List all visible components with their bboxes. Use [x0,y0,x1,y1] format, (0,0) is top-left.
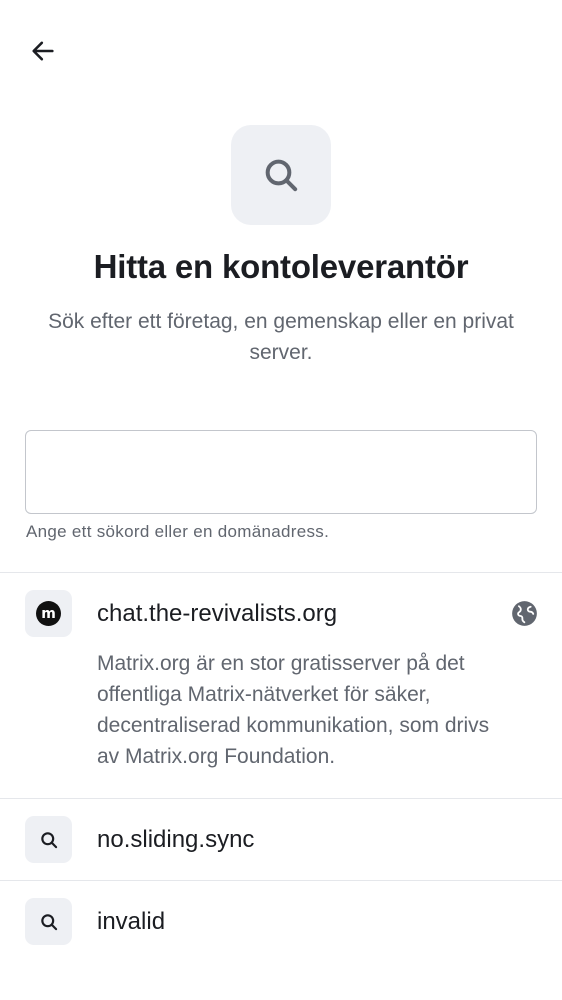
globe-icon [512,601,537,626]
search-icon [265,159,298,192]
back-button[interactable] [18,26,68,76]
server-search-input[interactable] [25,430,537,514]
result-icon-container [25,898,72,945]
result-description: Matrix.org är en stor gratisserver på de… [97,652,490,768]
result-item-no-sliding-sync[interactable]: no.sliding.sync [0,799,562,880]
result-item-chat-the-revivalists[interactable]: m chat.the-revivalists.org Matrix.org är… [0,573,562,798]
find-account-provider-screen: Hitta en kontoleverantör Sök efter ett f… [0,0,562,1000]
page-title: Hitta en kontoleverantör [93,248,469,285]
result-icon-container [25,816,72,863]
arrow-left-icon [32,41,54,61]
search-helper-text: Ange ett sökord eller en domänadress. [26,522,330,541]
result-name: chat.the-revivalists.org [97,600,338,627]
result-item-invalid[interactable]: invalid [0,881,562,962]
hero-search-icon-container [231,125,331,225]
matrix-logo-icon: m [36,601,61,626]
result-name: invalid [97,908,166,935]
search-icon [40,831,57,848]
page-subtitle: Sök efter ett företag, en gemenskap elle… [48,310,514,364]
result-name: no.sliding.sync [97,826,255,853]
search-icon [40,913,57,930]
result-icon-container: m [25,590,72,637]
